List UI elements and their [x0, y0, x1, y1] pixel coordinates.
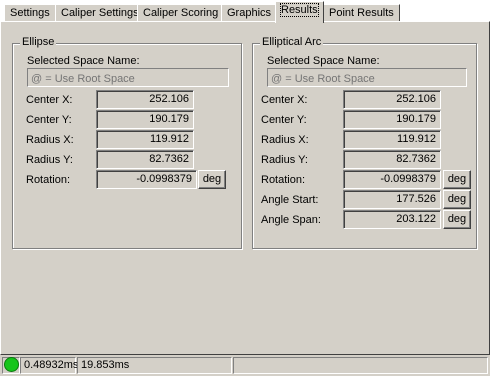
- arc-radius-x-value: 119.912: [343, 130, 441, 149]
- angle-span-label: Angle Span:: [261, 214, 321, 226]
- tab-label: Settings: [10, 7, 50, 19]
- results-panel: Ellipse Selected Space Name: Center X: 2…: [0, 21, 490, 355]
- arc-center-x-value: 252.106: [343, 90, 441, 109]
- center-x-label: Center X:: [26, 94, 73, 106]
- tab-label: Graphics: [227, 7, 272, 19]
- selected-space-label: Selected Space Name:: [267, 55, 380, 67]
- status-time-2: 19.853ms: [77, 357, 232, 374]
- tab-label: Caliper Scoring: [143, 7, 219, 19]
- arc-rotation-deg-button[interactable]: deg: [443, 170, 471, 189]
- radius-x-label: Radius X:: [26, 134, 74, 146]
- ellipse-radius-y-value: 82.7362: [96, 150, 194, 169]
- arc-angle-span-deg-button[interactable]: deg: [443, 210, 471, 229]
- tab-label: Caliper Settings: [61, 7, 139, 19]
- rotation-label: Rotation:: [26, 174, 71, 186]
- ellipse-radius-x-value: 119.912: [96, 130, 194, 149]
- radius-x-label: Radius X:: [261, 134, 309, 146]
- arc-angle-start-value: 177.526: [343, 190, 441, 209]
- arc-angle-start-deg-button[interactable]: deg: [443, 190, 471, 209]
- tab-label: Point Results: [329, 7, 394, 19]
- arc-radius-y-value: 82.7362: [343, 150, 441, 169]
- status-empty-cell: [233, 357, 488, 374]
- center-y-label: Center Y:: [26, 114, 72, 126]
- status-bar: 0.48932ms 19.853ms: [0, 355, 490, 376]
- center-y-label: Center Y:: [261, 114, 307, 126]
- tab-graphics[interactable]: Graphics: [221, 4, 278, 22]
- ellipse-rotation-value: -0.0998379: [96, 170, 197, 189]
- tab-strip: Settings Caliper Settings Caliper Scorin…: [0, 0, 490, 23]
- ellipse-center-x-value: 252.106: [96, 90, 194, 109]
- arc-space-input[interactable]: [267, 68, 467, 87]
- status-time-1: 0.48932ms: [20, 357, 78, 374]
- tab-settings[interactable]: Settings: [4, 4, 56, 22]
- selected-space-label: Selected Space Name:: [27, 55, 140, 67]
- ellipse-group-title: Ellipse: [20, 36, 57, 48]
- angle-start-label: Angle Start:: [261, 194, 319, 206]
- tab-results[interactable]: Results: [275, 1, 324, 23]
- ellipse-space-input[interactable]: [27, 68, 229, 87]
- ellipse-center-y-value: 190.179: [96, 110, 194, 129]
- tab-label: Results: [280, 3, 319, 17]
- tab-caliper-scoring[interactable]: Caliper Scoring: [137, 4, 225, 22]
- elliptical-arc-group: Elliptical Arc Selected Space Name: Cent…: [252, 36, 477, 249]
- ellipse-group: Ellipse Selected Space Name: Center X: 2…: [12, 36, 242, 249]
- arc-center-y-value: 190.179: [343, 110, 441, 129]
- arc-rotation-value: -0.0998379: [343, 170, 441, 189]
- radius-y-label: Radius Y:: [261, 154, 308, 166]
- tab-caliper-settings[interactable]: Caliper Settings: [55, 4, 145, 22]
- status-ok-icon: [4, 357, 19, 372]
- radius-y-label: Radius Y:: [26, 154, 73, 166]
- arc-angle-span-value: 203.122: [343, 210, 441, 229]
- arc-group-title: Elliptical Arc: [260, 36, 324, 48]
- tab-point-results[interactable]: Point Results: [323, 4, 400, 22]
- rotation-label: Rotation:: [261, 174, 306, 186]
- ellipse-rotation-deg-button[interactable]: deg: [198, 170, 226, 189]
- center-x-label: Center X:: [261, 94, 308, 106]
